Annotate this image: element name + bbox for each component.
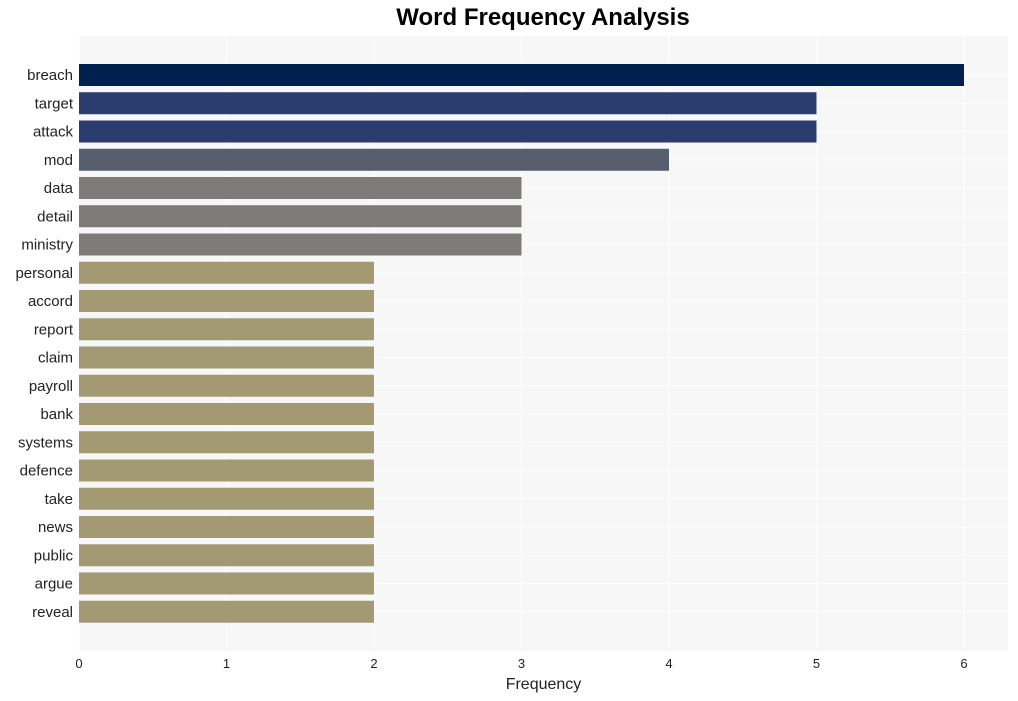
x-axis-title: Frequency <box>506 676 582 693</box>
bar-news <box>79 516 374 538</box>
y-label-target: target <box>35 95 74 112</box>
y-label-systems: systems <box>18 434 73 451</box>
y-label-bank: bank <box>40 406 73 423</box>
bar-accord <box>79 290 374 312</box>
y-label-personal: personal <box>15 265 73 282</box>
y-label-data: data <box>44 180 74 197</box>
bar-personal <box>79 261 374 284</box>
bar-claim <box>79 346 374 369</box>
y-label-reveal: reveal <box>32 604 73 621</box>
bar-defence <box>79 459 374 482</box>
y-label-defence: defence <box>20 463 73 480</box>
y-axis-labels: breach target attack mod data detail ministry p… <box>15 67 73 621</box>
bar-argue <box>79 572 374 595</box>
y-label-mod: mod <box>44 152 73 169</box>
x-tick-label: 3 <box>518 656 525 671</box>
y-label-attack: attack <box>33 124 74 141</box>
bar-breach <box>79 64 964 86</box>
x-tick-label: 0 <box>75 656 82 671</box>
y-label-ministry: ministry <box>21 237 73 254</box>
y-label-claim: claim <box>38 350 73 367</box>
x-axis-ticks: 0 1 2 3 4 5 6 <box>75 656 967 671</box>
x-tick-label: 2 <box>370 656 377 671</box>
y-label-detail: detail <box>37 208 73 225</box>
x-tick-label: 6 <box>960 656 967 671</box>
y-label-report: report <box>34 321 74 338</box>
y-label-news: news <box>38 519 73 536</box>
bar-ministry <box>79 233 522 256</box>
bar-systems <box>79 431 374 454</box>
bar-reveal <box>79 600 374 623</box>
y-label-accord: accord <box>28 293 73 310</box>
x-tick-label: 5 <box>813 656 820 671</box>
y-label-take: take <box>45 491 73 508</box>
bar-take <box>79 487 374 510</box>
y-label-public: public <box>34 547 74 564</box>
bar-detail <box>79 205 522 228</box>
x-tick-label: 1 <box>223 656 230 671</box>
bar-mod <box>79 148 669 171</box>
bar-bank <box>79 403 374 425</box>
bar-target <box>79 92 817 115</box>
bar-chart: breach target attack mod data detail ministry p… <box>15 36 1008 693</box>
bar-data <box>79 177 522 199</box>
y-label-breach: breach <box>27 67 73 84</box>
x-tick-label: 4 <box>665 656 672 671</box>
bar-public <box>79 544 374 567</box>
bar-payroll <box>79 374 374 397</box>
y-label-payroll: payroll <box>29 378 73 395</box>
bar-attack <box>79 120 817 143</box>
y-label-argue: argue <box>35 576 73 593</box>
bar-report <box>79 318 374 341</box>
